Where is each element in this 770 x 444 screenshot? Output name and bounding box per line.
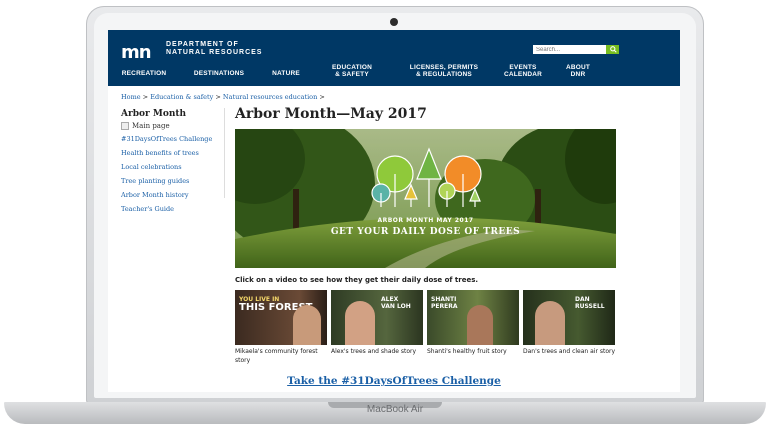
nav-licenses-permits[interactable]: LICENSES, PERMITS & REGULATIONS bbox=[404, 64, 484, 78]
video-overlay-text: ALEX VAN LOH bbox=[381, 296, 411, 310]
overlay-big: PERERA bbox=[431, 303, 458, 310]
breadcrumb-separator: > bbox=[142, 93, 149, 101]
overlay-line1: ALEX bbox=[381, 296, 399, 303]
video-card[interactable]: ALEX VAN LOH Alex's trees and shade stor… bbox=[331, 290, 423, 356]
sidebar-link-health-benefits[interactable]: Health benefits of trees bbox=[121, 149, 223, 157]
sidebar-link-31days[interactable]: #31DaysOfTrees Challenge bbox=[121, 135, 223, 143]
overlay-big: VAN LOH bbox=[381, 303, 411, 310]
person-silhouette-icon bbox=[345, 301, 375, 345]
video-thumbnail[interactable]: DAN RUSSELL bbox=[523, 290, 615, 345]
nav-label: NATURE bbox=[272, 70, 300, 77]
person-silhouette-icon bbox=[467, 305, 493, 345]
video-caption[interactable]: Shanti's healthy fruit story bbox=[427, 347, 519, 356]
sidebar-main-page[interactable]: Main page bbox=[121, 122, 223, 130]
page-icon bbox=[121, 122, 129, 130]
org-name-line1: DEPARTMENT OF bbox=[166, 41, 239, 48]
org-name-line2: NATURAL RESOURCES bbox=[166, 49, 263, 56]
nav-label-line2: CALENDAR bbox=[503, 71, 543, 78]
breadcrumb-separator: > bbox=[215, 93, 221, 101]
nav-events-calendar[interactable]: EVENTS CALENDAR bbox=[498, 64, 548, 78]
webcam-icon bbox=[390, 18, 398, 26]
search-icon bbox=[610, 46, 617, 53]
nav-label: ABOUT bbox=[565, 64, 591, 71]
dnr-logo-icon[interactable]: mn bbox=[121, 42, 152, 63]
challenge-link[interactable]: Take the #31DaysOfTrees Challenge bbox=[108, 375, 680, 387]
video-thumbnail[interactable]: ALEX VAN LOH bbox=[331, 290, 423, 345]
person-silhouette-icon bbox=[535, 301, 565, 345]
sidebar-link-arbor-history[interactable]: Arbor Month history bbox=[121, 191, 223, 199]
nav-label: LICENSES, PERMITS bbox=[409, 64, 479, 71]
video-thumbnail[interactable]: SHANTI PERERA bbox=[427, 290, 519, 345]
person-silhouette-icon bbox=[293, 305, 321, 345]
breadcrumb-natural-resources-education[interactable]: Natural resources education bbox=[223, 93, 317, 101]
overlay-big: RUSSELL bbox=[575, 303, 605, 310]
org-name[interactable]: DEPARTMENT OF NATURAL RESOURCES bbox=[166, 41, 306, 57]
nav-label: RECREATION bbox=[121, 70, 167, 77]
breadcrumb-home[interactable]: Home bbox=[121, 93, 141, 101]
video-card[interactable]: SHANTI PERERA Shanti's healthy fruit sto… bbox=[427, 290, 519, 356]
hero-caption-large: GET YOUR DAILY DOSE OF TREES bbox=[330, 227, 521, 237]
sidebar-title[interactable]: Arbor Month bbox=[121, 109, 223, 119]
nav-label: EVENTS bbox=[509, 64, 537, 71]
video-caption[interactable]: Dan's trees and clean air story bbox=[523, 347, 615, 356]
nav-recreation[interactable]: RECREATION bbox=[116, 70, 172, 77]
nav-about-dnr[interactable]: ABOUT DNR bbox=[560, 64, 596, 78]
nav-destinations[interactable]: DESTINATIONS bbox=[188, 70, 250, 77]
overlay-line1: SHANTI bbox=[431, 296, 457, 303]
sidebar-divider bbox=[224, 108, 225, 198]
sidebar: Arbor Month Main page #31DaysOfTrees Cha… bbox=[121, 109, 223, 219]
breadcrumb-separator: > bbox=[319, 93, 325, 101]
laptop-brand-label: MacBook Air bbox=[366, 404, 424, 415]
site-header: mn DEPARTMENT OF NATURAL RESOURCES Go RE… bbox=[108, 30, 680, 86]
page-title: Arbor Month—May 2017 bbox=[235, 106, 427, 122]
breadcrumb-education-safety[interactable]: Education & safety bbox=[150, 93, 213, 101]
overlay-line1: DAN bbox=[575, 296, 590, 303]
nav-label: EDUCATION bbox=[332, 64, 372, 71]
hero-banner[interactable]: ARBOR MONTH MAY 2017 GET YOUR DAILY DOSE… bbox=[235, 129, 616, 268]
nav-label: DESTINATIONS bbox=[193, 70, 245, 77]
video-card[interactable]: YOU LIVE IN THIS FOREST Mikaela's commun… bbox=[235, 290, 327, 365]
sidebar-link-tree-planting[interactable]: Tree planting guides bbox=[121, 177, 223, 185]
nav-nature[interactable]: NATURE bbox=[264, 70, 308, 77]
video-overlay-text: DAN RUSSELL bbox=[575, 296, 605, 310]
hero-forest-image bbox=[235, 129, 616, 268]
breadcrumb: Home > Education & safety > Natural reso… bbox=[121, 93, 325, 101]
hero-caption-small: ARBOR MONTH MAY 2017 bbox=[377, 217, 474, 224]
nav-label-line2: & REGULATIONS bbox=[416, 71, 472, 78]
nav-label-line2: & SAFETY bbox=[335, 71, 369, 78]
browser-screen: mn DEPARTMENT OF NATURAL RESOURCES Go RE… bbox=[108, 30, 680, 392]
search-button[interactable]: Go bbox=[606, 45, 619, 54]
sidebar-link-local-celebrations[interactable]: Local celebrations bbox=[121, 163, 223, 171]
nav-label-line2: DNR bbox=[570, 71, 586, 78]
video-card[interactable]: DAN RUSSELL Dan's trees and clean air st… bbox=[523, 290, 615, 356]
sidebar-main-page-label: Main page bbox=[132, 122, 170, 130]
search-input[interactable] bbox=[533, 45, 609, 54]
video-intro-text: Click on a video to see how they get the… bbox=[235, 276, 479, 284]
nav-education-safety[interactable]: EDUCATION & SAFETY bbox=[322, 64, 382, 78]
video-thumbnail[interactable]: YOU LIVE IN THIS FOREST bbox=[235, 290, 327, 345]
video-overlay-text: SHANTI PERERA bbox=[431, 296, 457, 310]
video-caption[interactable]: Alex's trees and shade story bbox=[331, 347, 423, 356]
sidebar-link-teachers-guide[interactable]: Teacher's Guide bbox=[121, 205, 223, 213]
video-caption[interactable]: Mikaela's community forest story bbox=[235, 347, 327, 365]
